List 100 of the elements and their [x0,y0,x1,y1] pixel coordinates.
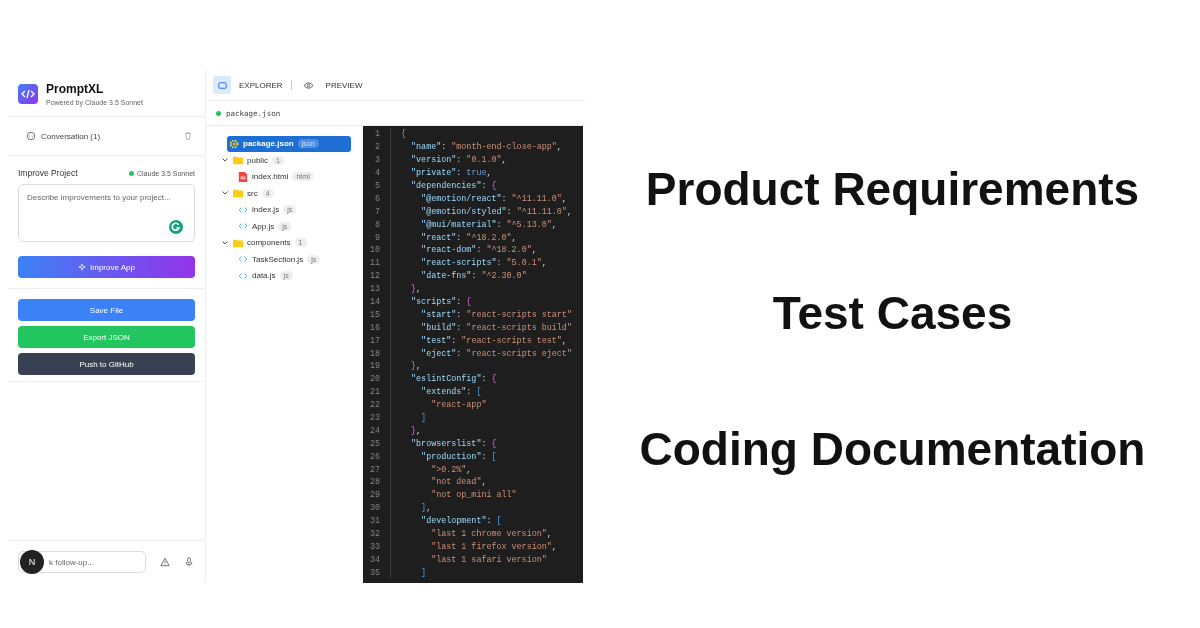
line-number: 15 [363,308,391,322]
chevron-icon [221,238,229,247]
line-number: 4 [363,166,391,180]
line-number: 32 [363,527,391,541]
code-line: "react-scripts": "5.0.1", [420,258,547,269]
code-line: "date-fns": "^2.30.0" [420,271,527,282]
sparkle-icon [78,263,87,271]
code-line: "start": "react-scripts start" [420,309,572,320]
trash-icon[interactable] [183,131,193,141]
folder-icon [233,237,243,248]
conversation-label[interactable]: Conversation (1) [41,131,178,141]
code-line: "eject": "react-scripts eject" [420,348,572,359]
tab[interactable]: EXPLORER [213,76,283,94]
headline: Test Cases [772,286,1013,342]
line-number: 3 [363,153,391,167]
code-editor[interactable] [363,126,583,583]
app-title: PromptXL [46,82,105,96]
code-line: "@emotion/react": "^11.11.0", [420,193,567,204]
code-line: "browserslist": { [410,438,497,449]
code-line: "dependencies": { [410,181,497,191]
code-icon [238,270,248,281]
avatar: N [20,549,44,574]
warning-icon[interactable] [160,556,170,567]
line-number: 27 [363,463,391,477]
code-line: "react-app" [430,400,487,411]
code-line: ] [420,413,427,424]
section-title: Improve Project [18,168,78,178]
code-line: }, [410,425,422,436]
code-line: ">0.2%", [430,464,472,475]
line-number: 14 [363,295,391,309]
code-line: "test": "react-scripts test", [420,335,567,346]
line-number: 29 [363,488,391,502]
line-number: 7 [363,205,391,219]
line-number: 12 [363,269,391,283]
tab[interactable]: PREVIEW [299,76,363,94]
code-line: "react": "^18.2.0", [420,232,517,243]
improve-app-button[interactable]: Improve App [18,256,195,278]
chat-icon [26,131,36,141]
line-number: 28 [363,476,391,489]
line-number: 9 [363,231,391,244]
code-line: }, [410,284,422,295]
line-number: 1 [363,128,391,141]
gear-icon [229,138,239,149]
line-number: 23 [363,411,391,425]
code-line: "@mui/material": "^5.13.0", [420,219,557,230]
code-line: "build": "react-scripts build" [420,322,572,333]
code-line: "private": true, [410,168,492,179]
line-number: 35 [363,566,391,580]
line-number: 34 [363,553,391,567]
code-line: "@emotion/styled": "^11.11.0", [420,206,572,217]
line-number: 24 [363,424,391,438]
line-number: 19 [363,360,391,373]
line-number: 2 [363,140,391,154]
line-number: 16 [363,321,391,335]
code-line: "name": "month-end-close-app", [410,142,562,153]
code-line: { [400,129,407,140]
line-number: 21 [363,385,391,399]
code-line: "not op_mini all" [430,490,517,501]
microphone-icon[interactable] [184,556,194,567]
line-number: 20 [363,372,391,386]
code-line: "development": [ [420,516,502,527]
headline: Product Requirements [645,162,1140,217]
line-number: 33 [363,540,391,554]
line-number: 22 [363,398,391,412]
code-line: "last 1 safari version" [430,554,547,565]
code-line: "scripts": { [410,297,472,307]
code-line: ] [420,567,427,578]
line-number: 18 [363,347,391,361]
document-icon [238,171,248,182]
action-button[interactable]: Save File [18,299,195,321]
line-number: 25 [363,437,391,451]
code-icon [238,204,248,215]
code-line: "production": [ [420,451,497,462]
line-number: 17 [363,334,391,348]
line-number: 5 [363,179,391,193]
line-number: 10 [363,244,391,257]
code-line: "eslintConfig": { [410,374,497,385]
headline: Coding Documentation [639,422,1146,478]
status-dot [129,170,134,176]
code-line: "last 1 chrome version", [430,529,552,540]
code-line: "last 1 firefox version", [430,541,557,552]
line-number: 13 [363,282,391,296]
code-logo-icon [18,84,38,104]
line-number: 6 [363,192,391,206]
line-number: 30 [363,501,391,515]
grammar-icon[interactable] [169,220,183,234]
code-icon [238,221,248,232]
improvement-field[interactable]: Describe improvements to your project... [18,184,195,242]
line-number: 8 [363,218,391,232]
code-line: "react-dom": "^18.2.0", [420,245,537,256]
folder-icon [233,188,243,199]
code-icon [238,254,248,265]
action-button[interactable]: Push to GitHub [18,353,195,375]
code-line: }, [410,361,422,372]
line-number: 26 [363,450,391,464]
code-line: ], [420,503,432,514]
status-dot [216,110,221,116]
line-number: 31 [363,514,391,528]
line-number: 11 [363,256,391,270]
code-line: "extends": [ [420,387,482,398]
